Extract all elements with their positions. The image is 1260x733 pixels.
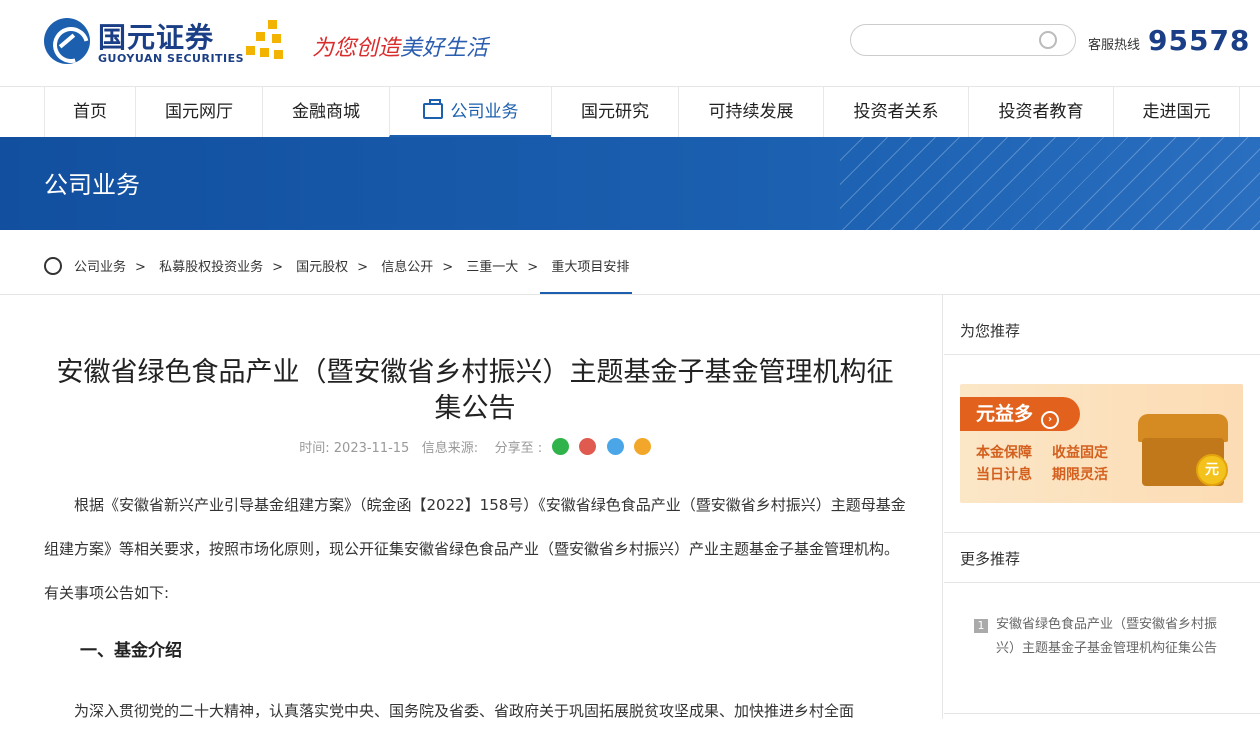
rank-badge: 1 <box>974 619 988 633</box>
nav-about[interactable]: 走进国元 <box>1113 87 1240 137</box>
qzone-icon[interactable] <box>633 438 651 455</box>
divider <box>944 532 1260 533</box>
logo-text-cn[interactable]: 国元证券 <box>98 16 214 56</box>
nav-investor-education[interactable]: 投资者教育 <box>968 87 1113 137</box>
nav-company-business[interactable]: 公司业务 <box>389 87 551 137</box>
breadcrumb: 公司业务 > 私募股权投资业务 > 国元股权 > 信息公开 > 三重一大 > 重大项目安排 <box>0 230 1260 295</box>
article-heading: 一、基金介绍 <box>80 641 182 661</box>
logo-icon[interactable] <box>44 18 90 64</box>
breadcrumb-separator: > <box>272 260 283 275</box>
nav-investor-relations[interactable]: 投资者关系 <box>823 87 968 137</box>
nav-research[interactable]: 国元研究 <box>551 87 678 137</box>
breadcrumb-separator: > <box>442 260 454 275</box>
breadcrumb-separator: > <box>135 260 146 275</box>
article-time: 时间: 2023-11-15 <box>299 441 410 456</box>
treasure-chest-icon: 元 <box>1138 408 1228 488</box>
coin-icon: 元 <box>1196 454 1228 486</box>
search-input[interactable] <box>850 24 1076 56</box>
breadcrumb-item-current[interactable]: 重大项目安排 <box>551 260 629 275</box>
search-icon[interactable] <box>1039 31 1057 49</box>
nav-company-business-label: 公司业务 <box>450 102 519 122</box>
divider <box>944 582 1260 583</box>
breadcrumb-logo-icon <box>44 257 62 275</box>
hotline-number: 95578 <box>1148 24 1251 57</box>
logo-sparkle-icon <box>246 20 286 64</box>
breadcrumb-item[interactable]: 三重一大 <box>466 260 518 275</box>
nav-home[interactable]: 首页 <box>44 87 135 137</box>
divider <box>944 354 1260 355</box>
banner-title: 公司业务 <box>44 171 140 199</box>
article-source: 信息来源: <box>421 441 479 456</box>
breadcrumb-item[interactable]: 信息公开 <box>381 260 433 275</box>
article-paragraph: 为深入贯彻党的二十大精神，认真落实党中央、国务院及省委、省政府关于巩固拓展脱贫攻… <box>74 702 855 720</box>
logo-text-en: GUOYUAN SECURITIES <box>98 52 245 65</box>
breadcrumb-item[interactable]: 国元股权 <box>296 260 348 275</box>
weibo-icon[interactable] <box>579 438 597 455</box>
breadcrumb-item[interactable]: 私募股权投资业务 <box>159 260 263 275</box>
site-header: 国元证券 GUOYUAN SECURITIES 为您创造美好生活 客服热线 95… <box>0 0 1260 86</box>
recommend-list-item[interactable]: 安徽省绿色食品产业（暨安徽省乡村振兴）主题基金子基金管理机构征集公告 <box>996 613 1226 661</box>
breadcrumb-separator: > <box>357 260 369 275</box>
promo-tag: 元益多 › <box>960 397 1080 431</box>
arrow-right-icon: › <box>1041 411 1060 429</box>
wechat-icon[interactable] <box>552 438 570 455</box>
nav-online-hall[interactable]: 国元网厅 <box>135 87 262 137</box>
promo-features-left: 本金保障 当日计息 <box>976 445 1032 483</box>
slogan: 为您创造美好生活 <box>312 36 489 61</box>
nav-sustainability[interactable]: 可持续发展 <box>678 87 823 137</box>
article-paragraph: 根据《安徽省新兴产业引导基金组建方案》（皖金函【2022】158号）《安徽省绿色… <box>44 496 906 602</box>
more-recommend-title: 更多推荐 <box>960 550 1021 568</box>
divider <box>944 713 1260 714</box>
nav-finance-mall[interactable]: 金融商城 <box>262 87 389 137</box>
sidebar: 为您推荐 元益多 › 本金保障 当日计息 收益固定 期限灵活 元 更多推荐 1 安徽省… <box>944 295 1260 719</box>
banner-pattern <box>840 137 1260 230</box>
article-title: 安徽省绿色食品产业（暨安徽省乡村振兴）主题基金子基金管理机构征集公告 <box>56 357 894 424</box>
promo-features-right: 收益固定 期限灵活 <box>1052 445 1108 483</box>
qq-icon[interactable] <box>606 438 624 455</box>
share-label: 分享至 : <box>494 441 543 456</box>
main-nav: 首页 国元网厅 金融商城 公司业务 国元研究 可持续发展 投资者关系 投资者教育… <box>0 86 1260 137</box>
promo-banner[interactable]: 元益多 › 本金保障 当日计息 收益固定 期限灵活 元 <box>960 384 1243 503</box>
section-banner: 公司业务 <box>0 137 1260 230</box>
breadcrumb-separator: > <box>527 260 539 275</box>
hotline-label: 客服热线 <box>1088 38 1141 53</box>
breadcrumb-active-underline <box>540 292 632 294</box>
article-main: 安徽省绿色食品产业（暨安徽省乡村振兴）主题基金子基金管理机构征集公告 时间: 2… <box>0 295 943 720</box>
recommend-title: 为您推荐 <box>960 322 1021 340</box>
breadcrumb-item[interactable]: 公司业务 <box>74 260 126 275</box>
article-meta: 时间: 2023-11-15 信息来源: 分享至 : <box>44 437 906 456</box>
briefcase-icon <box>422 99 443 119</box>
